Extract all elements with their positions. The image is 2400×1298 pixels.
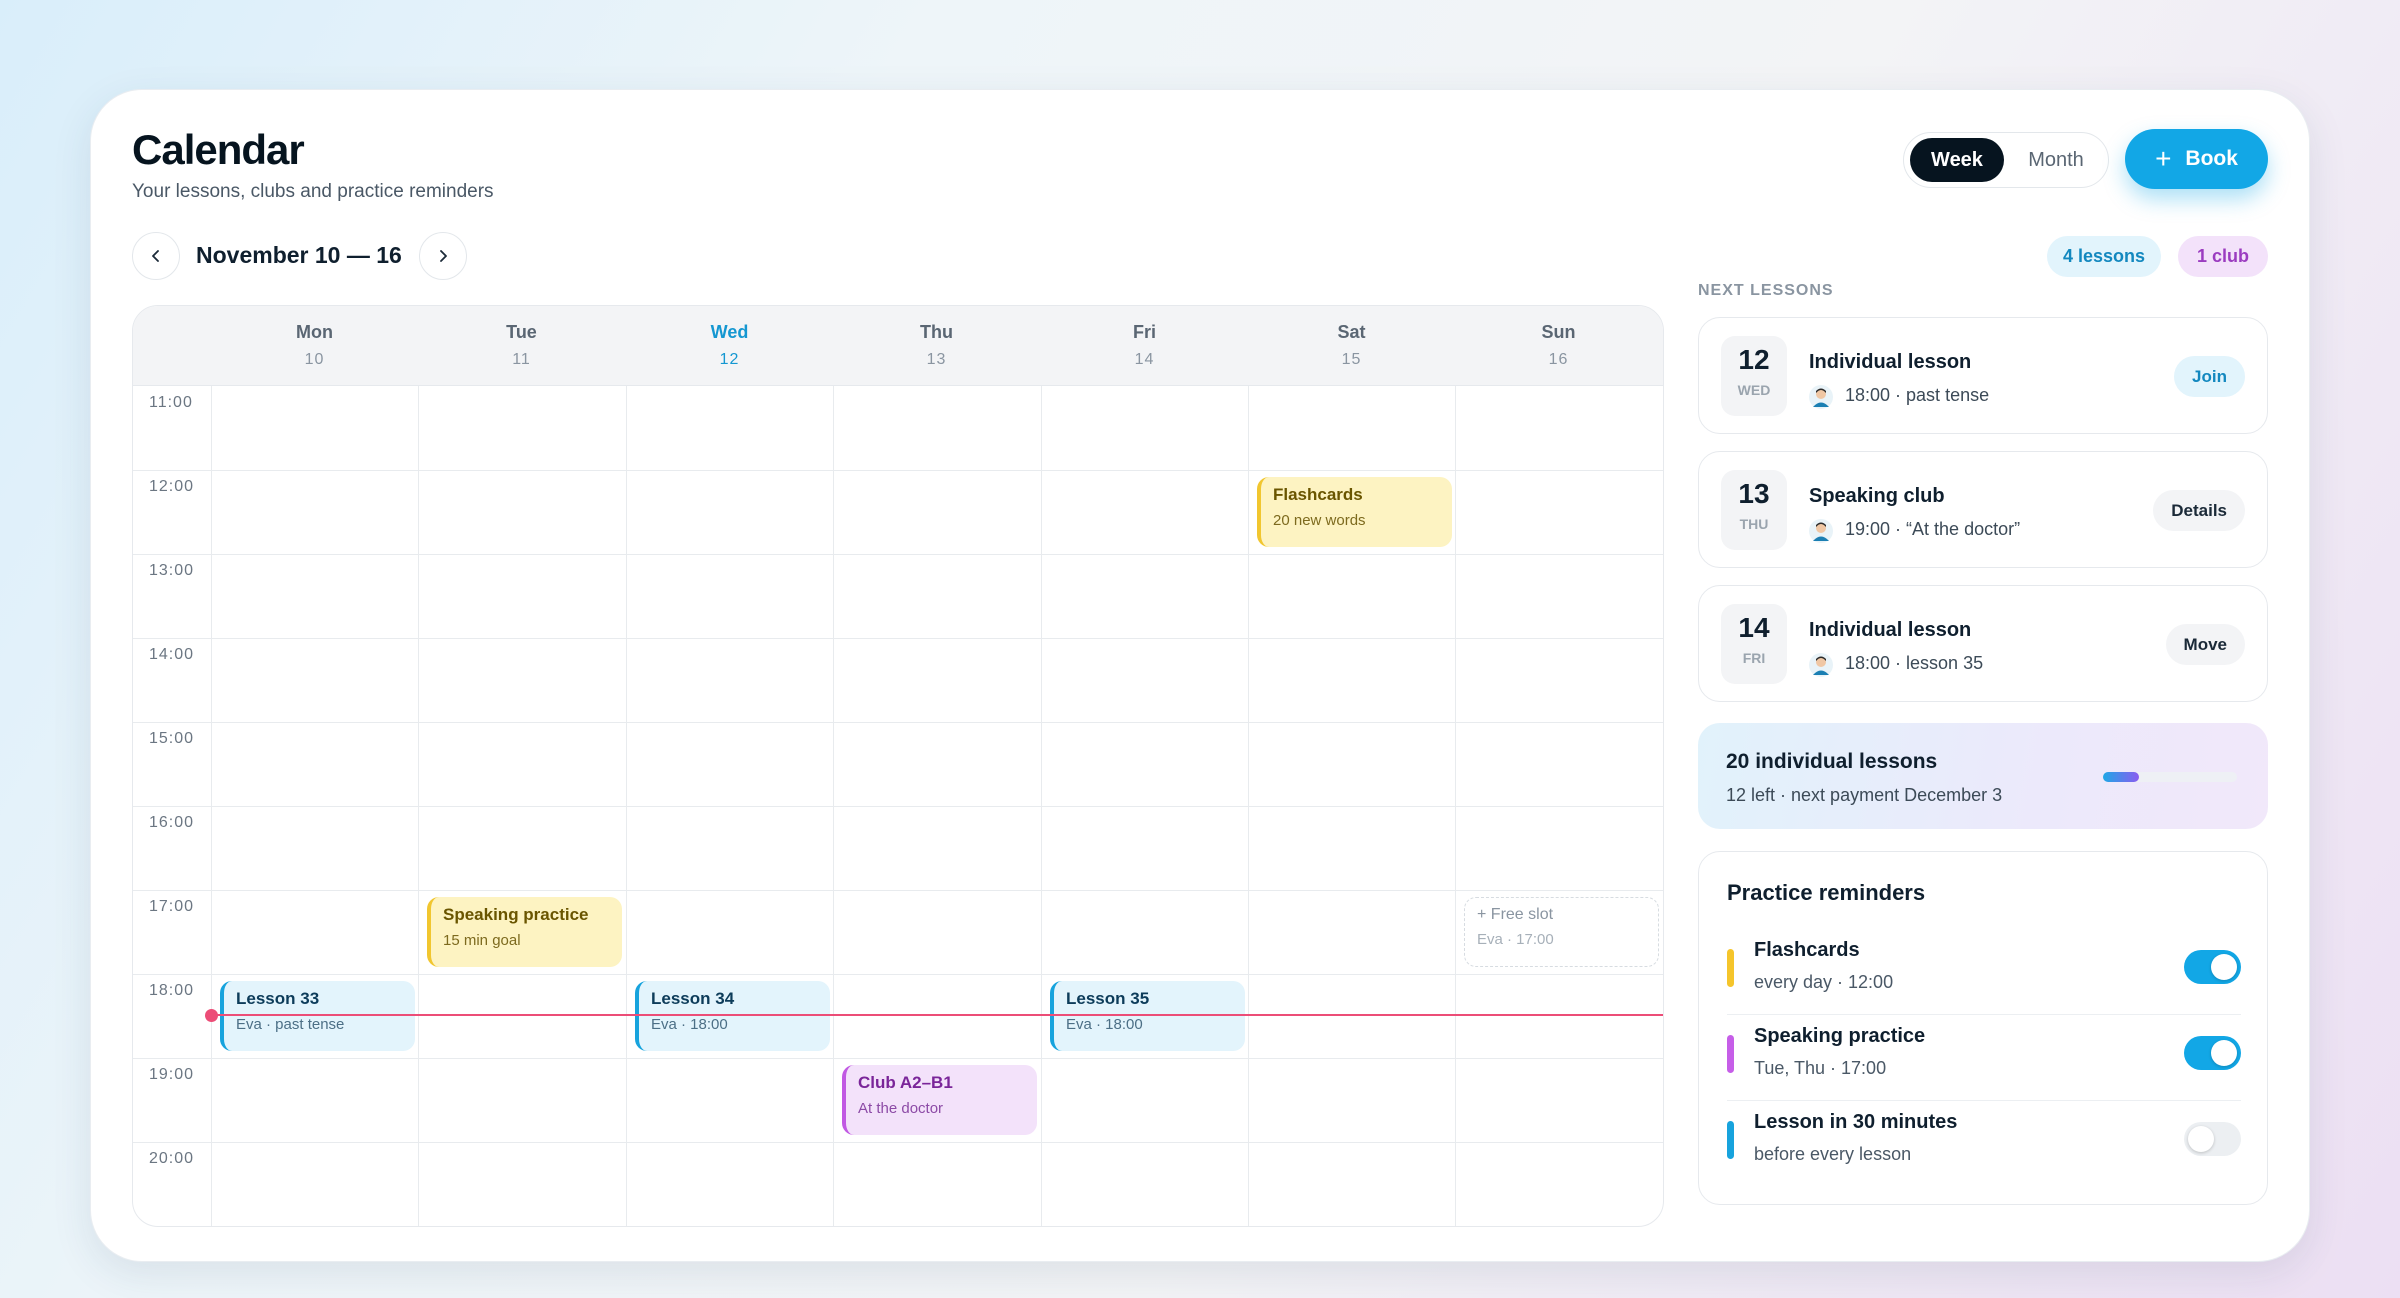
tutor-avatar-icon: [1809, 653, 1833, 677]
week-view-button[interactable]: Week: [1910, 138, 2004, 182]
tutor-avatar-icon: [1809, 519, 1833, 543]
package-progress-track: [2103, 772, 2237, 782]
lesson-date: 13 THU: [1721, 470, 1787, 550]
reminder-color-bar: [1727, 1121, 1734, 1159]
lesson-title: Individual lesson: [1809, 619, 1972, 641]
event-lesson-35[interactable]: Lesson 35 Eva · 18:00: [1050, 981, 1245, 1051]
time-label: 19:00: [149, 1066, 195, 1083]
next-week-button[interactable]: [419, 232, 467, 280]
next-lessons-label: NEXT LESSONS: [1698, 282, 1834, 299]
time-label: 18:00: [149, 982, 195, 999]
day-header-tue: Tue 11: [506, 322, 537, 368]
time-label: 15:00: [149, 730, 195, 747]
event-free-slot[interactable]: + Free slot Eva · 17:00: [1464, 897, 1659, 967]
day-header-sat: Sat 15: [1337, 322, 1366, 368]
move-button[interactable]: Move: [2165, 624, 2245, 665]
book-button-label: Book: [2185, 147, 2238, 170]
plus-icon: +: [2155, 143, 2172, 174]
package-progress-fill: [2103, 772, 2140, 782]
club-count-badge: 1 club: [2178, 236, 2268, 277]
day-header-fri: Fri 14: [1132, 322, 1156, 368]
next-lesson-card: 14 FRI Individual lesson 18:00 · lesson 3…: [1698, 585, 2268, 702]
reminder-toggle-speaking-practice[interactable]: [2184, 1036, 2241, 1070]
week-range: November 10 — 16: [196, 242, 402, 268]
page-title: Calendar: [132, 126, 305, 173]
day-header-wed: Wed 12: [710, 322, 749, 368]
next-lesson-card: 12 WED Individual lesson 18:00 · past ten…: [1698, 317, 2268, 434]
book-button[interactable]: + Book: [2125, 129, 2268, 189]
lesson-title: Speaking club: [1809, 485, 1945, 507]
time-label: 12:00: [149, 478, 195, 495]
week-grid-header: Mon 10 Tue 11 Wed 12 Thu 13 Fri 14 Sat 15 Sun 1…: [133, 306, 1663, 386]
time-label: 17:00: [149, 898, 195, 915]
page-subtitle: Your lessons, clubs and practice reminde…: [132, 181, 494, 202]
week-grid: Mon 10 Tue 11 Wed 12 Thu 13 Fri 14 Sat 15 Sun 1…: [132, 305, 1664, 1227]
reminder-row-flashcards: Flashcards every day · 12:00: [1727, 931, 2241, 1015]
event-lesson-33[interactable]: Lesson 33 Eva · past tense: [220, 981, 415, 1051]
reminder-toggle-flashcards[interactable]: [2184, 950, 2241, 984]
next-lesson-card: 13 THU Speaking club 19:00 · “At the doct…: [1698, 451, 2268, 568]
reminders-title: Practice reminders: [1727, 880, 1926, 905]
prev-week-button[interactable]: [132, 232, 180, 280]
practice-reminders-card: Practice reminders Flashcards every day …: [1698, 851, 2268, 1205]
reminder-color-bar: [1727, 1035, 1734, 1073]
lesson-subtitle: 18:00 · lesson 35: [1845, 653, 1984, 673]
join-button[interactable]: Join: [2174, 356, 2245, 397]
month-view-button[interactable]: Month: [2008, 138, 2104, 182]
reminder-color-bar: [1727, 949, 1734, 987]
lesson-title: Individual lesson: [1809, 351, 1972, 373]
event-lesson-34[interactable]: Lesson 34 Eva · 18:00: [635, 981, 830, 1051]
lesson-package-card[interactable]: 20 individual lessons 12 left · next pay…: [1698, 723, 2268, 829]
event-club-a2-b1[interactable]: Club A2–B1 At the doctor: [842, 1065, 1037, 1135]
current-time-line: [211, 1014, 1663, 1016]
reminder-title: Speaking practice: [1754, 1025, 1926, 1047]
chevron-right-icon: [440, 250, 447, 262]
lesson-date: 14 FRI: [1721, 604, 1787, 684]
reminder-subtitle: Tue, Thu · 17:00: [1754, 1058, 1887, 1078]
reminder-row-lesson-30-min: Lesson in 30 minutes before every lesson: [1727, 1103, 2241, 1187]
reminder-row-speaking-practice: Speaking practice Tue, Thu · 17:00: [1727, 1017, 2241, 1101]
time-label: 13:00: [149, 562, 195, 579]
lesson-subtitle: 19:00 · “At the doctor”: [1845, 519, 2021, 539]
time-label: 14:00: [149, 646, 195, 663]
time-label: 16:00: [149, 814, 195, 831]
lessons-count-badge: 4 lessons: [2047, 236, 2161, 277]
package-subtitle: 12 left · next payment December 3: [1726, 785, 2003, 805]
lesson-subtitle: 18:00 · past tense: [1845, 385, 1990, 405]
day-header-mon: Mon 10: [296, 322, 333, 368]
tutor-avatar-icon: [1809, 385, 1833, 409]
details-button[interactable]: Details: [2153, 490, 2245, 531]
day-header-thu: Thu 13: [920, 322, 953, 368]
reminder-toggle-lesson-30-min[interactable]: [2184, 1122, 2241, 1156]
day-header-sun: Sun 16: [1541, 322, 1576, 368]
reminder-title: Lesson in 30 minutes: [1754, 1111, 1958, 1133]
event-flashcards[interactable]: Flashcards 20 new words: [1257, 477, 1452, 547]
time-label: 20:00: [149, 1150, 195, 1167]
package-title: 20 individual lessons: [1726, 750, 1938, 773]
event-speaking-practice[interactable]: Speaking practice 15 min goal: [427, 897, 622, 967]
chevron-left-icon: [152, 250, 159, 262]
time-label: 11:00: [149, 394, 193, 411]
lesson-date: 12 WED: [1721, 336, 1787, 416]
reminder-subtitle: before every lesson: [1754, 1144, 1912, 1164]
view-toggle: Week Month: [1903, 132, 2109, 188]
reminder-subtitle: every day · 12:00: [1754, 972, 1894, 992]
reminder-title: Flashcards: [1754, 939, 1860, 961]
current-time-dot: [205, 1009, 218, 1022]
